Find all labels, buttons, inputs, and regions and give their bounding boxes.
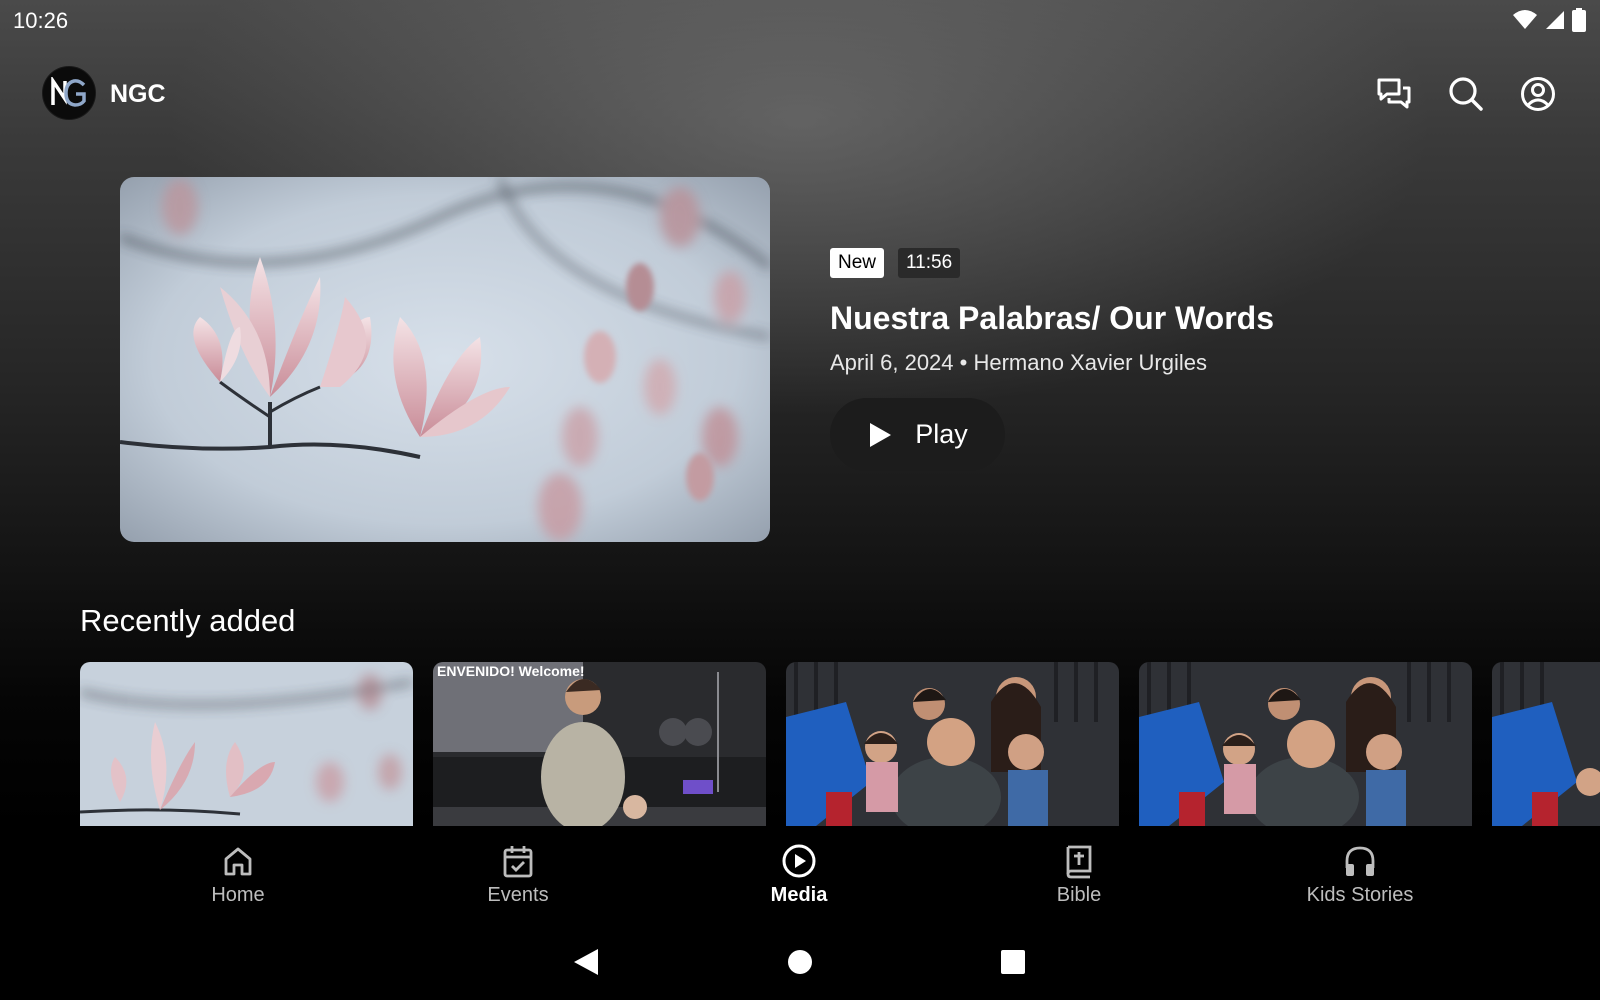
magnolia-image bbox=[120, 177, 770, 542]
hero-title: Nuestra Palabras/ Our Words bbox=[830, 300, 1274, 336]
speaker-stage-thumbnail: ENVENIDO! Welcome! bbox=[433, 662, 766, 826]
welcome-text: ENVENIDO! Welcome! bbox=[437, 663, 585, 679]
magnolia-thumbnail bbox=[80, 662, 413, 826]
back-triangle-icon bbox=[574, 949, 598, 975]
cell-signal-icon bbox=[1546, 11, 1564, 29]
nav-label-home: Home bbox=[211, 884, 265, 906]
featured-thumbnail[interactable] bbox=[120, 177, 770, 542]
top-actions bbox=[1372, 72, 1560, 116]
app-bar: NGC bbox=[0, 60, 1600, 126]
family-photo-thumbnail-partial bbox=[1492, 662, 1600, 826]
media-thumbnail-4[interactable] bbox=[1139, 662, 1472, 826]
nav-item-media[interactable]: Media bbox=[699, 842, 899, 907]
ngc-logo[interactable] bbox=[42, 66, 96, 120]
nav-item-kids-stories[interactable]: Kids Stories bbox=[1260, 842, 1460, 907]
chat-button[interactable] bbox=[1372, 72, 1416, 116]
nav-label-kids-stories: Kids Stories bbox=[1306, 884, 1414, 906]
new-badge: New bbox=[830, 248, 885, 278]
home-icon bbox=[224, 847, 252, 876]
family-photo-thumbnail bbox=[786, 662, 1119, 826]
recents-square-icon bbox=[1001, 950, 1025, 974]
status-icons bbox=[1512, 8, 1586, 32]
wifi-icon bbox=[1513, 10, 1537, 29]
ngc-logo-mark bbox=[51, 77, 86, 107]
nav-item-bible[interactable]: Bible bbox=[979, 842, 1179, 907]
search-icon bbox=[1449, 77, 1483, 111]
recents-button[interactable] bbox=[993, 942, 1033, 982]
chat-icon bbox=[1377, 78, 1411, 109]
home-system-button[interactable] bbox=[780, 942, 820, 982]
bottom-navigation: Home Events Media Bible Kids Stories bbox=[0, 826, 1600, 918]
search-button[interactable] bbox=[1444, 72, 1488, 116]
media-thumbnail-3[interactable] bbox=[786, 662, 1119, 826]
media-thumbnail-2[interactable]: ENVENIDO! Welcome! bbox=[433, 662, 766, 826]
system-navigation-bar bbox=[0, 918, 1600, 1000]
calendar-icon bbox=[503, 846, 533, 878]
account-button[interactable] bbox=[1516, 72, 1560, 116]
app-name: NGC bbox=[110, 80, 166, 108]
account-icon bbox=[1521, 77, 1555, 111]
duration-badge: 11:56 bbox=[898, 248, 961, 278]
recently-added-row[interactable]: ENVENIDO! Welcome! bbox=[80, 662, 1600, 826]
nav-label-bible: Bible bbox=[1056, 884, 1102, 906]
nav-item-events[interactable]: Events bbox=[418, 842, 618, 907]
media-thumbnail-1[interactable] bbox=[80, 662, 413, 826]
hero-subtitle: April 6, 2024 • Hermano Xavier Urgiles bbox=[830, 350, 1207, 375]
nav-label-media: Media bbox=[770, 884, 828, 906]
headphones-icon bbox=[1345, 846, 1375, 876]
hero-badges: New 11:56 bbox=[830, 248, 961, 278]
home-circle-icon bbox=[788, 950, 812, 974]
play-button[interactable]: Play bbox=[830, 398, 1005, 471]
status-bar: 10:26 bbox=[0, 0, 1600, 40]
bible-icon bbox=[1066, 845, 1092, 879]
play-label: Play bbox=[915, 419, 968, 449]
nav-label-events: Events bbox=[487, 884, 549, 906]
battery-icon bbox=[1572, 8, 1586, 32]
play-circle-icon bbox=[782, 844, 816, 878]
recently-added-title: Recently added bbox=[80, 603, 296, 638]
status-time: 10:26 bbox=[13, 8, 69, 33]
media-thumbnail-5[interactable] bbox=[1492, 662, 1600, 826]
nav-item-home[interactable]: Home bbox=[138, 842, 338, 907]
back-button[interactable] bbox=[566, 942, 606, 982]
family-photo-thumbnail-alt bbox=[1139, 662, 1472, 826]
play-icon bbox=[870, 422, 892, 447]
